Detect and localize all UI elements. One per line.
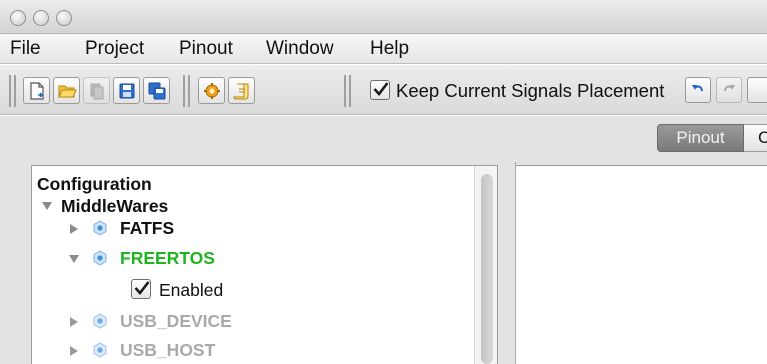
redo-icon <box>724 85 735 92</box>
middleware-node-icon <box>93 313 107 329</box>
save-as-button[interactable] <box>143 77 170 104</box>
chip-view-panel <box>516 165 767 364</box>
keep-signals-label: Keep Current Signals Placement <box>396 80 665 101</box>
close-window-button[interactable] <box>10 10 26 26</box>
save-as-icon <box>148 82 166 100</box>
menu-file[interactable]: File <box>10 38 41 60</box>
save-icon <box>119 83 135 99</box>
tree-item-freertos[interactable]: FREERTOS <box>120 248 215 268</box>
open-project-button[interactable] <box>53 77 80 104</box>
redo-button[interactable] <box>716 77 742 103</box>
expanded-arrow-icon[interactable] <box>68 253 80 265</box>
menu-pinout[interactable]: Pinout <box>179 38 233 60</box>
collapsed-arrow-icon[interactable] <box>68 223 80 235</box>
copy-document-icon <box>90 83 104 100</box>
tab-pinout[interactable]: Pinout <box>657 124 744 152</box>
menu-help[interactable]: Help <box>370 38 409 60</box>
checkmark-icon <box>134 281 150 296</box>
middleware-node-icon <box>93 342 107 358</box>
freertos-enabled-label: Enabled <box>159 280 224 300</box>
panel-split-divider[interactable] <box>498 162 516 364</box>
toolbar-overflow-button[interactable] <box>747 77 767 103</box>
toolbar-separator <box>183 75 190 107</box>
expanded-arrow-icon[interactable] <box>41 200 53 212</box>
collapsed-arrow-icon[interactable] <box>68 345 80 357</box>
keep-signals-checkbox[interactable] <box>370 80 390 100</box>
tree-root-configuration: Configuration <box>37 174 152 194</box>
tree-scrollbar-thumb[interactable] <box>481 174 493 364</box>
new-project-button[interactable] <box>23 77 50 104</box>
toolbar-grip <box>9 75 16 107</box>
report-scroll-icon <box>233 83 249 100</box>
tree-item-usb-device[interactable]: USB_DEVICE <box>120 311 232 331</box>
new-project-icon <box>30 82 44 100</box>
menu-project[interactable]: Project <box>85 38 144 60</box>
generate-code-button[interactable] <box>198 77 225 104</box>
undo-button[interactable] <box>685 77 711 103</box>
menu-bar: File Project Pinout Window Help <box>0 34 767 64</box>
undo-icon <box>692 85 703 92</box>
generate-code-icon <box>204 83 220 99</box>
open-folder-icon <box>58 85 77 98</box>
middleware-node-icon <box>93 250 107 266</box>
middleware-node-icon <box>93 220 107 236</box>
collapsed-arrow-icon[interactable] <box>68 316 80 328</box>
tree-item-usb-host[interactable]: USB_HOST <box>120 340 215 360</box>
tab-configuration[interactable]: C <box>744 124 767 152</box>
tree-group-middlewares[interactable]: MiddleWares <box>61 196 168 216</box>
configuration-tree: Configuration MiddleWares FATFS FREERTOS… <box>31 165 498 364</box>
window-title-bar <box>0 0 767 34</box>
copy-project-button[interactable] <box>83 77 110 104</box>
tree-item-fatfs[interactable]: FATFS <box>120 218 174 238</box>
generate-report-button[interactable] <box>228 77 255 104</box>
minimize-window-button[interactable] <box>33 10 49 26</box>
zoom-window-button[interactable] <box>56 10 72 26</box>
toolbar-separator-2 <box>344 75 351 107</box>
save-button[interactable] <box>113 77 140 104</box>
freertos-enabled-checkbox[interactable] <box>131 279 151 299</box>
checkmark-icon <box>373 82 389 97</box>
tab-strip <box>0 116 767 162</box>
menu-window[interactable]: Window <box>266 38 334 60</box>
